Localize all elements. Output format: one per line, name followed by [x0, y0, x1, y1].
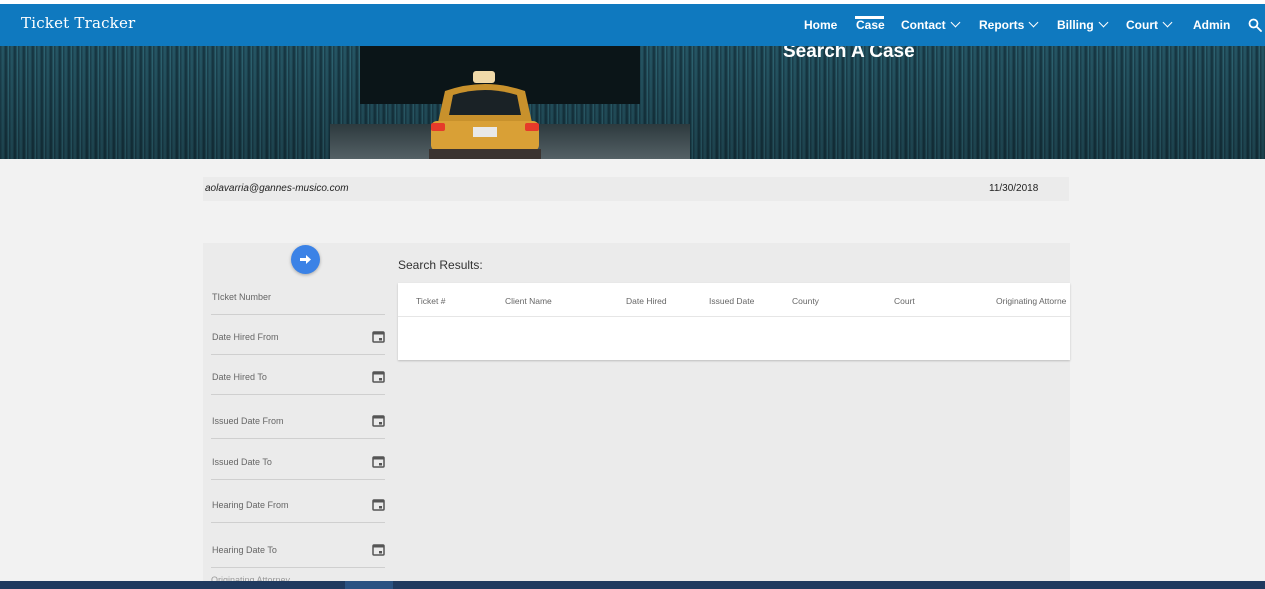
nav-reports-label: Reports: [979, 18, 1025, 32]
nav-admin[interactable]: Admin: [1193, 18, 1230, 32]
chevron-down-icon: [1098, 17, 1109, 28]
column-header[interactable]: Issued Date: [709, 296, 754, 306]
app-title[interactable]: Ticket Tracker: [21, 14, 135, 32]
nav-home[interactable]: Home: [804, 18, 837, 32]
nav-home-label: Home: [804, 18, 838, 32]
search-results-label: Search Results:: [398, 258, 483, 272]
issued-date-from-field[interactable]: Issued Date From: [211, 412, 385, 439]
current-date: 11/30/2018: [989, 183, 1039, 194]
results-table: Ticket # Client Name Date Hired Issued D…: [398, 283, 1070, 360]
nav-billing[interactable]: Billing: [1057, 17, 1109, 32]
nav-contact-label: Contact: [901, 18, 946, 32]
calendar-icon[interactable]: [372, 414, 385, 427]
search-submit-button[interactable]: [291, 245, 320, 274]
column-header[interactable]: Client Name: [505, 296, 552, 306]
date-hired-from-field[interactable]: Date Hired From: [211, 328, 385, 355]
date-hired-from-label: Date Hired From: [212, 332, 279, 342]
column-header[interactable]: Originating Attorne: [996, 296, 1066, 306]
hearing-date-from-field[interactable]: Hearing Date From: [211, 496, 385, 523]
column-header[interactable]: Court: [894, 296, 915, 306]
calendar-icon[interactable]: [372, 498, 385, 511]
footer-segment: [345, 581, 393, 589]
arrow-right-icon: [300, 255, 311, 264]
chevron-down-icon: [1162, 17, 1173, 28]
issued-date-from-label: Issued Date From: [212, 416, 284, 426]
chevron-down-icon: [950, 17, 961, 28]
nav-contact[interactable]: Contact: [901, 17, 961, 32]
user-info-bar: aolavarria@gannes-musico.com 11/30/2018: [203, 177, 1069, 201]
ticket-number-label: TIcket Number: [212, 292, 272, 302]
calendar-icon[interactable]: [372, 455, 385, 468]
nav-admin-label: Admin: [1193, 18, 1231, 32]
chevron-down-icon: [1028, 17, 1039, 28]
ticket-number-field[interactable]: TIcket Number: [211, 288, 385, 315]
footer-bar: [0, 581, 1265, 589]
taxi-image: [429, 71, 541, 159]
nav-billing-label: Billing: [1057, 18, 1094, 32]
calendar-icon[interactable]: [372, 543, 385, 556]
search-icon[interactable]: [1248, 18, 1262, 32]
nav-court[interactable]: Court: [1126, 17, 1173, 32]
navbar: Ticket Tracker Home Case Contact Reports…: [0, 4, 1265, 46]
nav-case-label: Case: [856, 18, 885, 32]
nav-case[interactable]: Case: [856, 18, 885, 32]
column-header[interactable]: County: [792, 296, 819, 306]
issued-date-to-label: Issued Date To: [212, 457, 272, 467]
header-divider: [398, 316, 1070, 317]
calendar-icon[interactable]: [372, 330, 385, 343]
search-panel: TIcket Number Date Hired From Date Hired…: [203, 243, 1070, 589]
column-header[interactable]: Date Hired: [626, 296, 667, 306]
hearing-date-to-label: Hearing Date To: [212, 545, 277, 555]
issued-date-to-field[interactable]: Issued Date To: [211, 453, 385, 480]
calendar-icon[interactable]: [372, 370, 385, 383]
page-title: Search A Case: [783, 46, 915, 62]
hearing-date-to-field[interactable]: Hearing Date To: [211, 541, 385, 568]
hearing-date-from-label: Hearing Date From: [212, 500, 289, 510]
nav-court-label: Court: [1126, 18, 1158, 32]
column-header[interactable]: Ticket #: [416, 296, 445, 306]
nav-reports[interactable]: Reports: [979, 17, 1039, 32]
date-hired-to-label: Date Hired To: [212, 372, 267, 382]
date-hired-to-field[interactable]: Date Hired To: [211, 368, 385, 395]
hero-banner: Search A Case: [0, 46, 1265, 159]
user-email: aolavarria@gannes-musico.com: [205, 183, 349, 194]
